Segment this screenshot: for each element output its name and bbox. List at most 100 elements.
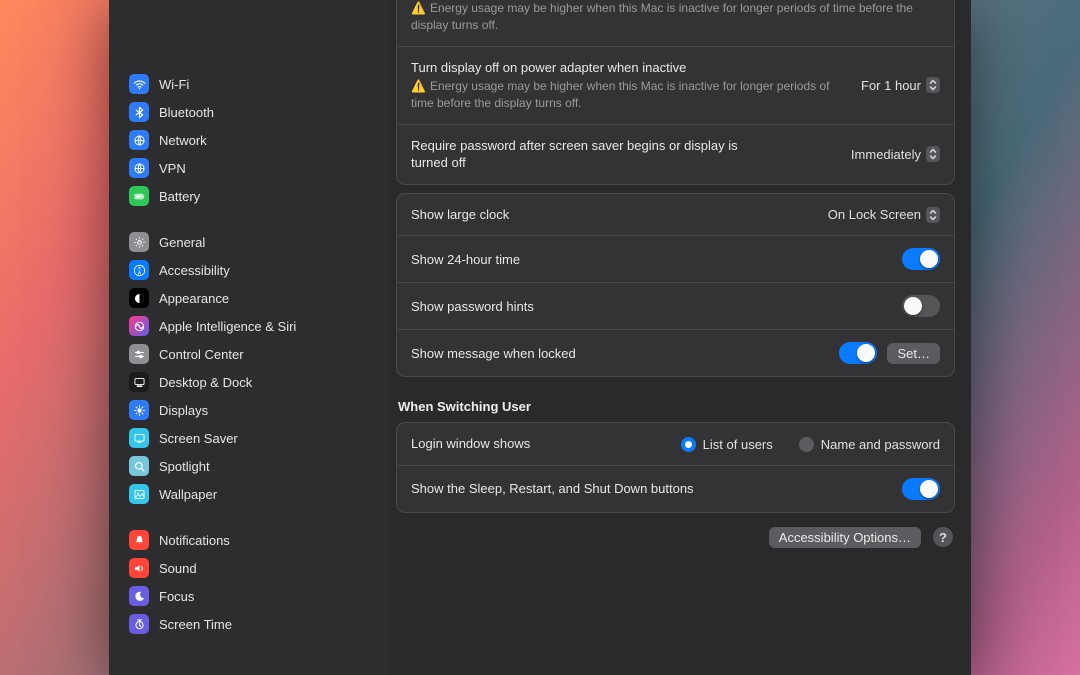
row-title: Show the Sleep, Restart, and Shut Down b…	[411, 480, 694, 498]
row-require-password: Require password after screen saver begi…	[397, 124, 954, 184]
warning-note: ⚠️Energy usage may be higher when this M…	[411, 0, 940, 34]
row-password-hints: Show password hints	[397, 282, 954, 329]
network-icon	[129, 130, 149, 150]
panel-switching-user: Login window shows List of users Name an…	[396, 422, 955, 513]
lock-message-toggle[interactable]	[839, 342, 877, 364]
row-title: Require password after screen saver begi…	[411, 137, 751, 172]
bluetooth-icon	[129, 102, 149, 122]
password-hints-toggle[interactable]	[902, 295, 940, 317]
sidebar-item-label: Screen Time	[159, 617, 232, 632]
sidebar-item-label: Appearance	[159, 291, 229, 306]
sidebar-item-general[interactable]: General	[121, 228, 378, 256]
row-display-off-power-adapter: Turn display off on power adapter when i…	[397, 46, 954, 124]
general-icon	[129, 232, 149, 252]
warning-icon: ⚠️	[411, 1, 426, 15]
battery-icon	[129, 186, 149, 206]
sidebar-item-label: VPN	[159, 161, 186, 176]
sidebar-item-screen-saver[interactable]: Screen Saver	[121, 424, 378, 452]
sidebar-item-label: General	[159, 235, 205, 250]
sidebar-item-desktop-dock[interactable]: Desktop & Dock	[121, 368, 378, 396]
sidebar-group: Notifications Sound Focus Screen Time	[109, 526, 390, 638]
sidebar-item-battery[interactable]: Battery	[121, 182, 378, 210]
row-login-window-shows: Login window shows List of users Name an…	[397, 423, 954, 465]
footer-row: Accessibility Options… ?	[396, 513, 955, 558]
sidebar-item-wi-fi[interactable]: Wi-Fi	[121, 70, 378, 98]
large-clock-popup[interactable]: On Lock Screen	[828, 207, 940, 223]
system-settings-window: Wi-Fi Bluetooth Network VPN Battery General Ac…	[109, 0, 971, 675]
sidebar-item-label: Desktop & Dock	[159, 375, 252, 390]
sidebar-item-control-center[interactable]: Control Center	[121, 340, 378, 368]
sidebar-item-label: Network	[159, 133, 207, 148]
sidebar: Wi-Fi Bluetooth Network VPN Battery General Ac…	[109, 0, 390, 675]
row-title: Login window shows	[411, 435, 530, 453]
chevrons-icon	[926, 146, 940, 162]
focus-icon	[129, 586, 149, 606]
chevrons-icon	[926, 207, 940, 223]
sidebar-item-displays[interactable]: Displays	[121, 396, 378, 424]
chevrons-icon	[926, 77, 940, 93]
row-title: Show message when locked	[411, 345, 576, 363]
sound-icon	[129, 558, 149, 578]
sidebar-item-label: Wallpaper	[159, 487, 217, 502]
sidebar-item-label: Spotlight	[159, 459, 210, 474]
sidebar-group: Wi-Fi Bluetooth Network VPN Battery	[109, 70, 390, 210]
screen-time-icon	[129, 614, 149, 634]
sidebar-item-appearance[interactable]: Appearance	[121, 284, 378, 312]
row-title: Show password hints	[411, 298, 534, 316]
sidebar-item-label: Bluetooth	[159, 105, 214, 120]
sidebar-item-vpn[interactable]: VPN	[121, 154, 378, 182]
sidebar-item-label: Displays	[159, 403, 208, 418]
sidebar-item-accessibility[interactable]: Accessibility	[121, 256, 378, 284]
radio-list-of-users[interactable]: List of users	[681, 437, 773, 452]
notifications-icon	[129, 530, 149, 550]
sidebar-item-spotlight[interactable]: Spotlight	[121, 452, 378, 480]
row-sleep-restart-shutdown: Show the Sleep, Restart, and Shut Down b…	[397, 465, 954, 512]
sidebar-item-label: Screen Saver	[159, 431, 238, 446]
panel-display-power: ⚠️Energy usage may be higher when this M…	[396, 0, 955, 185]
appearance-icon	[129, 288, 149, 308]
control-center-icon	[129, 344, 149, 364]
display-off-duration-popup[interactable]: For 1 hour	[861, 77, 940, 93]
24-hour-time-toggle[interactable]	[902, 248, 940, 270]
sidebar-item-focus[interactable]: Focus	[121, 582, 378, 610]
screen-saver-icon	[129, 428, 149, 448]
wifi-icon	[129, 74, 149, 94]
sidebar-group: General Accessibility Appearance Apple Inte…	[109, 228, 390, 508]
require-password-delay-popup[interactable]: Immediately	[851, 146, 940, 162]
sidebar-item-label: Battery	[159, 189, 200, 204]
sidebar-spacer	[109, 0, 390, 70]
sidebar-item-label: Accessibility	[159, 263, 230, 278]
section-heading-switching-user: When Switching User	[398, 399, 953, 414]
accessibility-options-button[interactable]: Accessibility Options…	[769, 527, 921, 548]
sidebar-item-label: Notifications	[159, 533, 230, 548]
sleep-restart-shutdown-toggle[interactable]	[902, 478, 940, 500]
sidebar-item-label: Sound	[159, 561, 197, 576]
accessibility-icon	[129, 260, 149, 280]
help-button[interactable]: ?	[933, 527, 953, 547]
sidebar-item-label: Control Center	[159, 347, 244, 362]
sidebar-item-wallpaper[interactable]: Wallpaper	[121, 480, 378, 508]
wallpaper-icon	[129, 484, 149, 504]
displays-icon	[129, 400, 149, 420]
row-lock-message: Show message when locked Set…	[397, 329, 954, 376]
set-lock-message-button[interactable]: Set…	[887, 343, 940, 364]
login-window-radio-group: List of users Name and password	[681, 437, 940, 452]
main-content: ⚠️Energy usage may be higher when this M…	[390, 0, 971, 675]
sidebar-item-label: Wi-Fi	[159, 77, 189, 92]
sidebar-item-label: Apple Intelligence & Siri	[159, 319, 296, 334]
sidebar-item-screen-time[interactable]: Screen Time	[121, 610, 378, 638]
desktop-dock-icon	[129, 372, 149, 392]
warning-icon: ⚠️	[411, 79, 426, 93]
radio-name-and-password[interactable]: Name and password	[799, 437, 940, 452]
sidebar-item-sound[interactable]: Sound	[121, 554, 378, 582]
siri-icon	[129, 316, 149, 336]
row-large-clock: Show large clock On Lock Screen	[397, 194, 954, 236]
vpn-icon	[129, 158, 149, 178]
row-title: Show 24-hour time	[411, 251, 520, 269]
sidebar-item-notifications[interactable]: Notifications	[121, 526, 378, 554]
sidebar-item-apple-intelligence-siri[interactable]: Apple Intelligence & Siri	[121, 312, 378, 340]
row-title: Show large clock	[411, 206, 509, 224]
sidebar-item-network[interactable]: Network	[121, 126, 378, 154]
warning-note: ⚠️Energy usage may be higher when this M…	[411, 78, 843, 112]
sidebar-item-bluetooth[interactable]: Bluetooth	[121, 98, 378, 126]
